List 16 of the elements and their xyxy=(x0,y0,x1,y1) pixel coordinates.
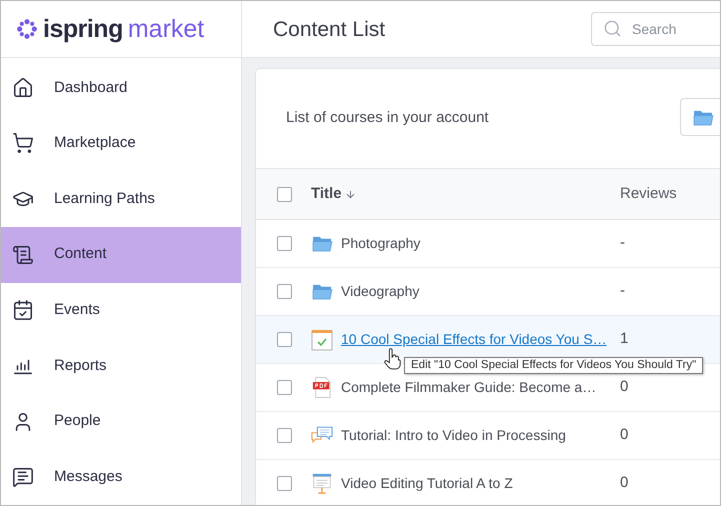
tooltip: Edit "10 Cool Special Effects for Videos You Should Try" xyxy=(404,357,704,374)
course-title: Videography xyxy=(341,282,420,301)
review-count: 1 xyxy=(620,329,628,350)
course-title: Complete Filmmaker Guide: Become a… xyxy=(341,378,596,397)
logo-product: market xyxy=(128,16,204,42)
review-count: - xyxy=(620,281,625,302)
course-title: Tutorial: Intro to Video in Processing xyxy=(341,426,566,445)
review-count: 0 xyxy=(620,377,628,398)
course-title: Photography xyxy=(341,234,420,253)
review-count: 0 xyxy=(620,473,628,494)
page-title: Content List xyxy=(273,17,386,44)
review-count: - xyxy=(620,233,625,254)
course-title: Video Editing Tutorial A to Z xyxy=(341,474,513,493)
logo-brand: ispring xyxy=(43,16,123,42)
review-count: 0 xyxy=(620,425,628,446)
card-description: List of courses in your account xyxy=(286,108,490,128)
